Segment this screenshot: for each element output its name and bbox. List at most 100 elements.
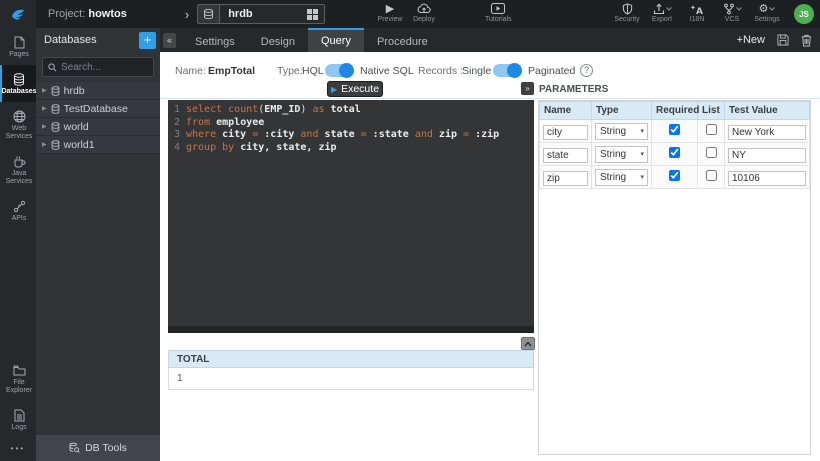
rail-label: Java Services bbox=[3, 170, 35, 186]
database-icon bbox=[51, 122, 60, 132]
code-token: EMP_ID bbox=[264, 104, 300, 115]
code-token: total bbox=[331, 104, 361, 115]
param-list-checkbox[interactable] bbox=[706, 124, 717, 135]
deploy-button[interactable]: Deploy bbox=[411, 2, 437, 23]
execute-button[interactable]: ▶ Execute bbox=[327, 81, 383, 97]
param-type-value: String bbox=[600, 126, 626, 137]
rail-more-button[interactable]: ••• bbox=[0, 438, 36, 461]
editor-scrollbar-track[interactable] bbox=[168, 326, 534, 333]
breadcrumb-chevron-icon: › bbox=[185, 7, 189, 22]
export-button[interactable]: Export bbox=[649, 2, 675, 23]
code-line-text: select count(EMP_ID) as total bbox=[186, 104, 361, 117]
collapse-results-button[interactable] bbox=[521, 337, 535, 350]
security-button[interactable]: Security bbox=[614, 2, 640, 23]
rail-item-web-services[interactable]: Web Services bbox=[0, 102, 36, 147]
type-toggle[interactable] bbox=[325, 64, 353, 77]
svg-text:A: A bbox=[696, 7, 703, 15]
expander-icon[interactable]: ▶ bbox=[42, 141, 47, 148]
add-database-button[interactable]: + bbox=[139, 32, 156, 49]
database-selector-value: hrdb bbox=[220, 8, 300, 20]
deploy-label: Deploy bbox=[413, 16, 435, 23]
tab-procedure[interactable]: Procedure bbox=[364, 28, 441, 52]
code-token: from bbox=[186, 117, 216, 128]
rail-item-databases[interactable]: Databases bbox=[0, 65, 36, 102]
param-type-select[interactable]: String▾ bbox=[595, 123, 648, 140]
tab-design[interactable]: Design bbox=[248, 28, 308, 52]
wavemaker-logo[interactable] bbox=[0, 0, 36, 28]
db-tools-label: DB Tools bbox=[85, 442, 127, 454]
line-number: 3 bbox=[168, 129, 186, 142]
user-avatar[interactable]: JS bbox=[794, 4, 814, 24]
grid-view-icon[interactable] bbox=[300, 5, 324, 23]
tab-settings[interactable]: Settings bbox=[182, 28, 248, 52]
database-icon bbox=[51, 104, 60, 114]
caret-down-icon: ▾ bbox=[640, 150, 644, 158]
param-list-checkbox[interactable] bbox=[706, 170, 717, 181]
expander-icon[interactable]: ▶ bbox=[42, 105, 47, 112]
database-item-world1[interactable]: ▶ world1 bbox=[36, 136, 160, 154]
project-prefix: Project: bbox=[48, 8, 85, 20]
param-test-value-input[interactable] bbox=[728, 148, 806, 163]
project-label: Project: howtos bbox=[48, 8, 127, 20]
code-token: count bbox=[228, 104, 258, 115]
type-option-native-sql: Native SQL bbox=[360, 65, 414, 77]
database-item-testdatabase[interactable]: ▶ TestDatabase bbox=[36, 100, 160, 118]
database-item-label: world1 bbox=[64, 139, 95, 151]
database-icon bbox=[13, 72, 25, 86]
collapse-panel-button[interactable]: « bbox=[163, 33, 176, 48]
param-name-input[interactable] bbox=[543, 171, 588, 186]
search-input[interactable] bbox=[61, 62, 148, 73]
rail-item-java-services[interactable]: Java Services bbox=[0, 147, 36, 192]
name-label: Name: bbox=[175, 65, 206, 77]
vcs-button[interactable]: VCS bbox=[719, 2, 745, 23]
records-toggle[interactable] bbox=[493, 64, 521, 77]
database-selector[interactable]: hrdb bbox=[197, 4, 325, 24]
i18n-button[interactable]: ✦ A I18N bbox=[684, 2, 710, 23]
preview-button[interactable]: ▶ Preview bbox=[377, 2, 403, 23]
param-list-checkbox[interactable] bbox=[706, 147, 717, 158]
parameters-title: PARAMETERS bbox=[539, 84, 608, 95]
param-test-value-input[interactable] bbox=[728, 171, 806, 186]
code-token: :city bbox=[264, 129, 300, 140]
tutorials-button[interactable]: Tutorials bbox=[485, 2, 512, 23]
database-search[interactable] bbox=[42, 57, 154, 77]
execute-label: Execute bbox=[341, 83, 379, 95]
param-required-checkbox[interactable] bbox=[669, 147, 680, 158]
code-token: = bbox=[361, 129, 373, 140]
parameter-row-state: String▾ bbox=[540, 143, 810, 166]
rail-item-apis[interactable]: APIs bbox=[0, 192, 36, 229]
database-item-world[interactable]: ▶ world bbox=[36, 118, 160, 136]
save-button[interactable] bbox=[777, 34, 789, 46]
delete-button[interactable] bbox=[801, 34, 812, 47]
param-type-select[interactable]: String▾ bbox=[595, 169, 648, 186]
tab-query[interactable]: Query bbox=[308, 28, 364, 52]
sql-editor[interactable]: 1select count(EMP_ID) as total2from empl… bbox=[168, 100, 534, 333]
topbar-right-actions: Security Export ✦ A bbox=[614, 2, 780, 23]
rail-item-logs[interactable]: Logs bbox=[0, 401, 36, 438]
param-required-checkbox[interactable] bbox=[669, 124, 680, 135]
code-lines: 1select count(EMP_ID) as total2from empl… bbox=[168, 100, 534, 154]
code-token: state bbox=[325, 129, 361, 140]
param-required-checkbox[interactable] bbox=[669, 170, 680, 181]
i18n-label: I18N bbox=[690, 16, 705, 23]
database-item-hrdb[interactable]: ▶ hrdb bbox=[36, 82, 160, 100]
rail-item-pages[interactable]: Pages bbox=[0, 28, 36, 65]
settings-button[interactable]: ⚙ Settings bbox=[754, 2, 780, 23]
topbar-center-actions: ▶ Preview Deploy bbox=[377, 2, 512, 23]
code-line-text: from employee bbox=[186, 117, 264, 130]
preview-label: Preview bbox=[378, 16, 403, 23]
results-value-row: 1 bbox=[168, 368, 534, 390]
param-test-value-input[interactable] bbox=[728, 125, 806, 140]
col-header-required: Required bbox=[652, 102, 698, 120]
expander-icon[interactable]: ▶ bbox=[42, 87, 47, 94]
col-header-name: Name bbox=[540, 102, 592, 120]
expand-parameters-button[interactable]: » bbox=[521, 82, 534, 95]
param-name-input[interactable] bbox=[543, 125, 588, 140]
db-tools-button[interactable]: DB Tools bbox=[36, 435, 160, 461]
rail-item-file-explorer[interactable]: File Explorer bbox=[0, 356, 36, 401]
new-query-button[interactable]: +New bbox=[737, 34, 765, 46]
help-icon[interactable]: ? bbox=[580, 64, 593, 77]
param-name-input[interactable] bbox=[543, 148, 588, 163]
expander-icon[interactable]: ▶ bbox=[42, 123, 47, 130]
param-type-select[interactable]: String▾ bbox=[595, 146, 648, 163]
